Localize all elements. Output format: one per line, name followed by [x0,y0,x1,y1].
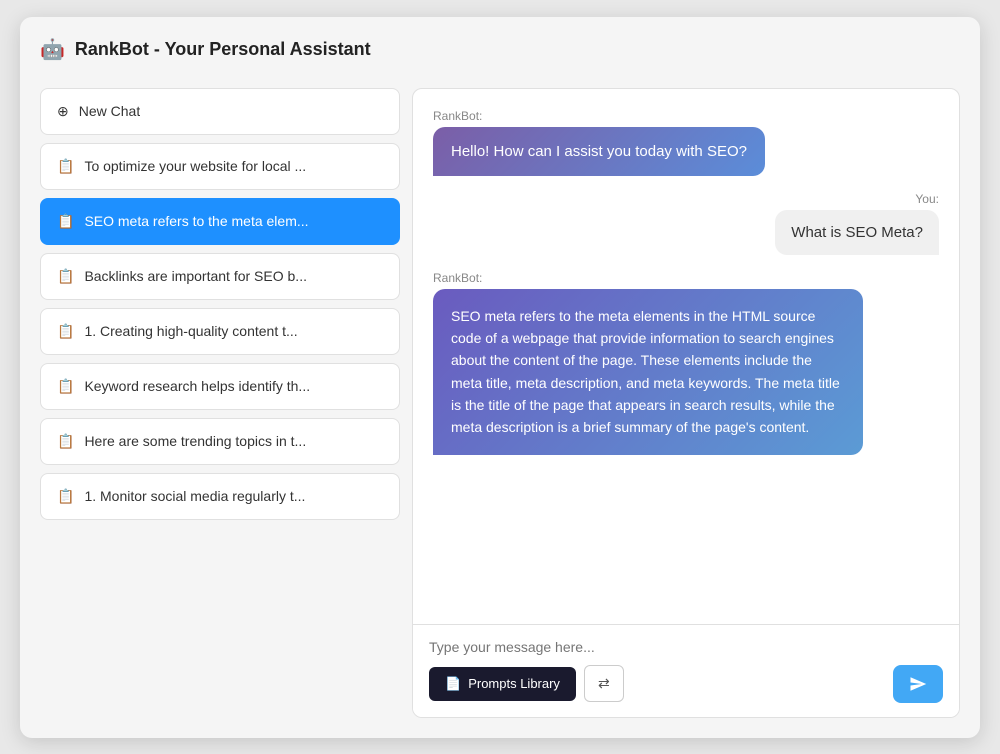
chat-history-item[interactable]: 📋 1. Creating high-quality content t... [40,308,400,355]
message-label: RankBot: [433,271,482,285]
app-header: 🤖 RankBot - Your Personal Assistant [40,37,960,72]
sidebar-item-icon: 📋 [57,433,74,450]
sidebar-item-icon: 📋 [57,488,74,505]
sidebar-item-icon: 📋 [57,213,74,230]
input-toolbar: 📄 Prompts Library ⇄ [429,665,943,703]
bot-message: RankBot: SEO meta refers to the meta elem… [433,271,863,455]
sidebar: ⊕ New Chat 📋 To optimize your website fo… [40,88,400,718]
main-layout: ⊕ New Chat 📋 To optimize your website fo… [40,88,960,718]
chat-messages: RankBot: Hello! How can I assist you toda… [413,89,959,624]
message-label: You: [915,192,939,206]
prompts-library-button[interactable]: 📄 Prompts Library [429,667,576,701]
chat-history-item[interactable]: 📋 Here are some trending topics in t... [40,418,400,465]
chat-history-item[interactable]: 📋 SEO meta refers to the meta elem... [40,198,400,245]
refresh-icon: ⇄ [598,675,610,691]
sidebar-item-text: Keyword research helps identify th... [84,378,310,394]
sidebar-item-icon: 📋 [57,268,74,285]
chat-history-item[interactable]: 📋 Backlinks are important for SEO b... [40,253,400,300]
bot-bubble: Hello! How can I assist you today with S… [433,127,765,176]
sidebar-item-icon: ⊕ [57,103,69,120]
sidebar-item-icon: 📋 [57,378,74,395]
prompts-icon: 📄 [445,676,461,692]
sidebar-item-text: SEO meta refers to the meta elem... [84,213,308,229]
message-label: RankBot: [433,109,482,123]
app-title: RankBot - Your Personal Assistant [75,39,371,60]
chat-area: RankBot: Hello! How can I assist you toda… [412,88,960,718]
user-bubble: What is SEO Meta? [775,210,939,255]
app-container: 🤖 RankBot - Your Personal Assistant ⊕ Ne… [20,17,980,738]
sidebar-item-icon: 📋 [57,323,74,340]
chat-history-item[interactable]: 📋 1. Monitor social media regularly t... [40,473,400,520]
sidebar-item-text: 1. Monitor social media regularly t... [84,488,305,504]
prompts-library-label: Prompts Library [468,676,560,691]
sidebar-item-icon: 📋 [57,158,74,175]
sidebar-item-text: New Chat [79,103,140,119]
sidebar-item-text: Here are some trending topics in t... [84,433,306,449]
bot-message: RankBot: Hello! How can I assist you toda… [433,109,863,176]
sidebar-item-text: Backlinks are important for SEO b... [84,268,307,284]
send-icon [909,675,927,693]
bot-bubble: SEO meta refers to the meta elements in … [433,289,863,455]
new-chat-button[interactable]: ⊕ New Chat [40,88,400,135]
chat-history-item[interactable]: 📋 Keyword research helps identify th... [40,363,400,410]
user-message: You: What is SEO Meta? [775,192,939,255]
bot-icon: 🤖 [40,37,65,62]
chat-history-item[interactable]: 📋 To optimize your website for local ... [40,143,400,190]
refresh-button[interactable]: ⇄ [584,665,624,702]
send-button[interactable] [893,665,943,703]
message-input[interactable] [429,639,943,655]
sidebar-item-text: 1. Creating high-quality content t... [84,323,297,339]
sidebar-item-text: To optimize your website for local ... [84,158,306,174]
chat-input-area: 📄 Prompts Library ⇄ [413,624,959,717]
